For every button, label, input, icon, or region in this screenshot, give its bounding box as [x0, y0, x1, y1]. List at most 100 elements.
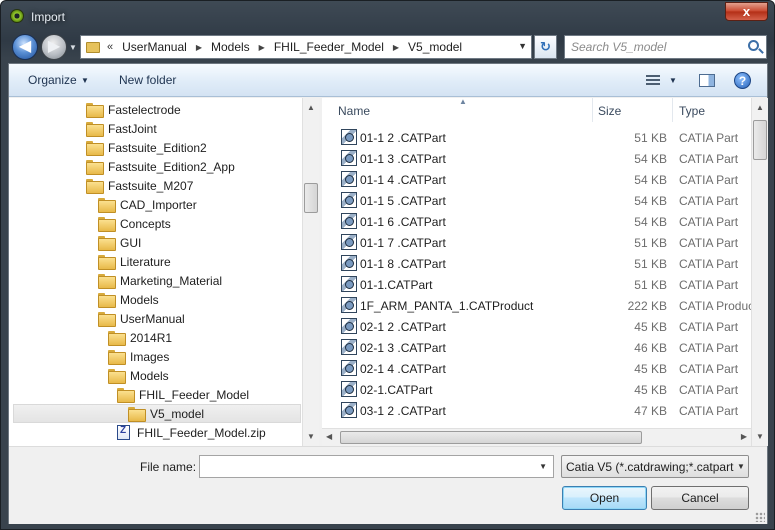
- address-bar[interactable]: « UserManual ▶ Models ▶ FHIL_Feeder_Mode…: [80, 35, 532, 59]
- tree-item-label: FHIL_Feeder_Model.zip: [137, 425, 266, 440]
- file-list-vscrollbar[interactable]: ▲ ▼: [751, 98, 768, 446]
- tree-item[interactable]: UserManual: [98, 309, 185, 328]
- breadcrumb-models[interactable]: Models: [211, 40, 250, 54]
- column-header-name[interactable]: Name: [338, 104, 370, 118]
- catia-file-icon: [341, 297, 357, 313]
- breadcrumb-usermanual[interactable]: UserManual: [122, 40, 187, 54]
- folder-icon: [108, 369, 126, 384]
- tree-item[interactable]: Marketing_Material: [98, 271, 222, 290]
- column-divider[interactable]: [672, 98, 673, 122]
- scroll-up-icon[interactable]: ▲: [307, 103, 315, 112]
- tree-item[interactable]: Literature: [98, 252, 171, 271]
- scroll-up-icon[interactable]: ▲: [756, 103, 764, 112]
- file-name-combo[interactable]: ▼: [199, 455, 554, 478]
- tree-item[interactable]: Fastelectrode: [86, 100, 181, 119]
- view-details-icon[interactable]: [646, 75, 660, 86]
- tree-scrollbar[interactable]: ▲ ▼: [302, 98, 319, 446]
- preview-pane-icon[interactable]: [699, 74, 715, 87]
- tree-item[interactable]: FastJoint: [86, 119, 157, 138]
- file-row[interactable]: 01-1 6 .CATPart 54 KB CATIA Part: [322, 211, 751, 232]
- tree-item[interactable]: FHIL_Feeder_Model: [117, 385, 249, 404]
- file-row[interactable]: 01-1 8 .CATPart 51 KB CATIA Part: [322, 253, 751, 274]
- scroll-right-icon[interactable]: ▶: [741, 432, 747, 441]
- tree-item[interactable]: Images: [108, 347, 169, 366]
- scroll-thumb[interactable]: [304, 183, 318, 213]
- file-list[interactable]: ▲ Name Size Type 01-1 2 .CATPart 51 KB CAT…: [322, 98, 751, 428]
- back-button[interactable]: ◀: [12, 34, 38, 60]
- file-row[interactable]: 01-1 2 .CATPart 51 KB CATIA Part: [322, 127, 751, 148]
- tree-item[interactable]: GUI: [98, 233, 141, 252]
- chevron-right-icon[interactable]: ▶: [393, 43, 399, 52]
- file-size: 51 KB: [634, 278, 667, 292]
- search-input[interactable]: [565, 36, 740, 58]
- close-button[interactable]: x: [725, 2, 768, 21]
- column-divider[interactable]: [592, 98, 593, 122]
- scroll-thumb[interactable]: [340, 431, 642, 444]
- file-row[interactable]: 02-1.CATPart 45 KB CATIA Part: [322, 379, 751, 400]
- tree-item[interactable]: V5_model: [13, 404, 301, 423]
- chevron-down-icon[interactable]: ▼: [81, 76, 89, 85]
- file-row[interactable]: 03-1 2 .CATPart 47 KB CATIA Part: [322, 400, 751, 421]
- new-folder-button[interactable]: New folder: [119, 73, 176, 87]
- open-button[interactable]: Open: [562, 486, 647, 510]
- tree-item[interactable]: FHIL_Feeder_Model.zip: [117, 423, 266, 442]
- recent-pages-dropdown-icon[interactable]: ▼: [69, 43, 77, 52]
- search-icon[interactable]: [748, 40, 759, 51]
- chevron-down-icon[interactable]: ▼: [539, 462, 547, 471]
- file-list-hscrollbar[interactable]: ◀ ▶: [322, 428, 751, 446]
- tree-item[interactable]: Concepts: [98, 214, 171, 233]
- folder-icon: [98, 198, 116, 213]
- forward-button[interactable]: ▶: [41, 34, 67, 60]
- cancel-button[interactable]: Cancel: [651, 486, 749, 510]
- tree-item[interactable]: Fastsuite_Edition2_App: [86, 157, 235, 176]
- tree-item-label: Concepts: [120, 216, 171, 231]
- scroll-left-icon[interactable]: ◀: [326, 432, 332, 441]
- file-row[interactable]: 01-1.CATPart 51 KB CATIA Part: [322, 274, 751, 295]
- search-box[interactable]: [564, 35, 767, 59]
- bottom-panel: File name: ▼ Catia V5 (*.catdrawing;*.ca…: [9, 446, 767, 524]
- tree-item[interactable]: Models: [98, 290, 159, 309]
- file-type: CATIA Part: [679, 257, 739, 271]
- file-row[interactable]: 02-1 2 .CATPart 45 KB CATIA Part: [322, 316, 751, 337]
- tree-item-label: Fastelectrode: [108, 102, 181, 117]
- tree-item-label: V5_model: [150, 406, 205, 421]
- refresh-button[interactable]: ↻: [534, 35, 557, 59]
- tree-item[interactable]: CAD_Importer: [98, 195, 197, 214]
- breadcrumb-fhil-feeder-model[interactable]: FHIL_Feeder_Model: [274, 40, 384, 54]
- file-row[interactable]: 01-1 5 .CATPart 54 KB CATIA Part: [322, 190, 751, 211]
- organize-button[interactable]: Organize: [28, 73, 77, 87]
- scroll-down-icon[interactable]: ▼: [756, 432, 764, 441]
- file-type-filter[interactable]: Catia V5 (*.catdrawing;*.catpart ▼: [561, 455, 749, 478]
- title-bar[interactable]: Import x: [1, 1, 774, 31]
- chevron-down-icon[interactable]: ▼: [734, 456, 748, 477]
- column-header-type[interactable]: Type: [679, 104, 705, 118]
- file-row[interactable]: 1F_ARM_PANTA_1.CATProduct 222 KB CATIA Pro…: [322, 295, 751, 316]
- tree-item[interactable]: Fastsuite_Edition2: [86, 138, 207, 157]
- address-prefix[interactable]: «: [107, 41, 113, 53]
- file-row[interactable]: 02-1 4 .CATPart 45 KB CATIA Part: [322, 358, 751, 379]
- navigation-tree[interactable]: Fastelectrode FastJoint Fastsuite_Edition2…: [9, 98, 319, 446]
- file-row[interactable]: 01-1 3 .CATPart 54 KB CATIA Part: [322, 148, 751, 169]
- chevron-down-icon[interactable]: ▼: [669, 76, 677, 85]
- tree-item[interactable]: 2014R1: [108, 328, 172, 347]
- column-header-size[interactable]: Size: [598, 104, 621, 118]
- breadcrumb-v5-model[interactable]: V5_model: [408, 40, 462, 54]
- scroll-down-icon[interactable]: ▼: [307, 432, 315, 441]
- file-row[interactable]: 01-1 4 .CATPart 54 KB CATIA Part: [322, 169, 751, 190]
- chevron-right-icon[interactable]: ▶: [196, 43, 202, 52]
- file-name-label: File name:: [140, 460, 197, 474]
- file-name: 01-1 2 .CATPart: [360, 131, 446, 145]
- scroll-thumb[interactable]: [753, 120, 767, 160]
- file-row[interactable]: 01-1 7 .CATPart 51 KB CATIA Part: [322, 232, 751, 253]
- file-type: CATIA Product: [679, 299, 751, 313]
- tree-item[interactable]: Models: [108, 366, 169, 385]
- file-name-input[interactable]: [200, 456, 530, 477]
- chevron-right-icon[interactable]: ▶: [259, 43, 265, 52]
- tree-item[interactable]: Fastsuite_M207: [86, 176, 193, 195]
- resize-grip[interactable]: [755, 512, 765, 522]
- chevron-down-icon[interactable]: ▼: [518, 41, 527, 51]
- file-size: 54 KB: [634, 152, 667, 166]
- file-row[interactable]: 02-1 3 .CATPart 46 KB CATIA Part: [322, 337, 751, 358]
- file-type: CATIA Part: [679, 278, 739, 292]
- help-icon[interactable]: ?: [734, 72, 751, 89]
